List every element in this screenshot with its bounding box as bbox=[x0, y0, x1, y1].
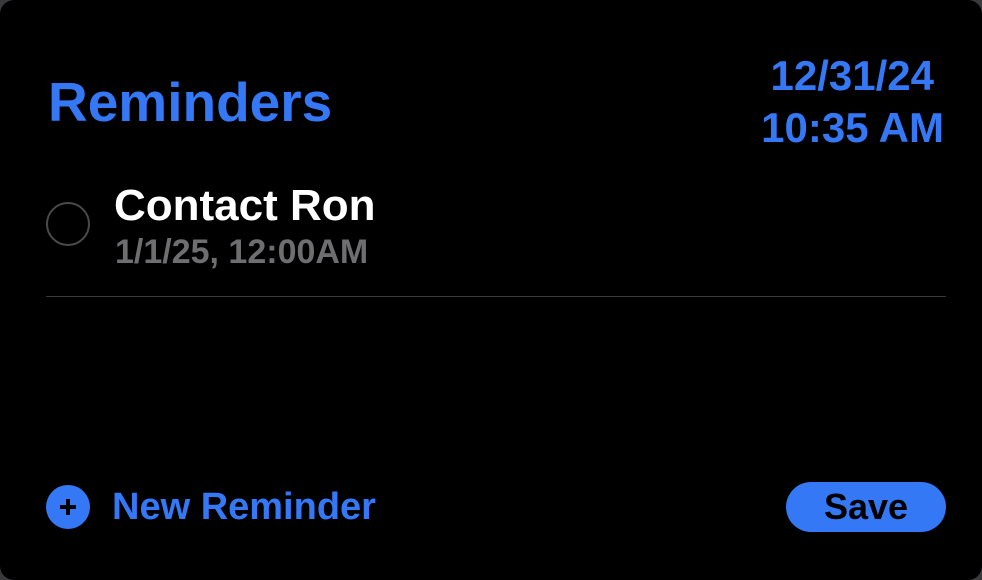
new-reminder-label[interactable]: New Reminder bbox=[112, 486, 376, 529]
new-reminder-button[interactable]: New Reminder bbox=[46, 484, 376, 530]
widget-title: Reminders bbox=[48, 71, 333, 133]
reminders-widget: Reminders 12/31/24 10:35 AM Contact Ron … bbox=[0, 0, 982, 580]
reminder-complete-checkbox[interactable] bbox=[46, 202, 90, 246]
current-date: 12/31/24 bbox=[770, 52, 935, 99]
plus-circle-icon[interactable] bbox=[46, 485, 90, 529]
reminder-due-date: 1/1/25, 12:00AM bbox=[115, 233, 369, 271]
save-button[interactable]: Save bbox=[786, 482, 946, 532]
current-time: 10:35 AM bbox=[761, 104, 944, 151]
current-datetime: 12/31/24 10:35 AM bbox=[761, 50, 944, 154]
reminder-title[interactable]: Contact Ron bbox=[114, 180, 376, 232]
reminder-item[interactable]: Contact Ron 1/1/25, 12:00AM bbox=[46, 178, 946, 297]
